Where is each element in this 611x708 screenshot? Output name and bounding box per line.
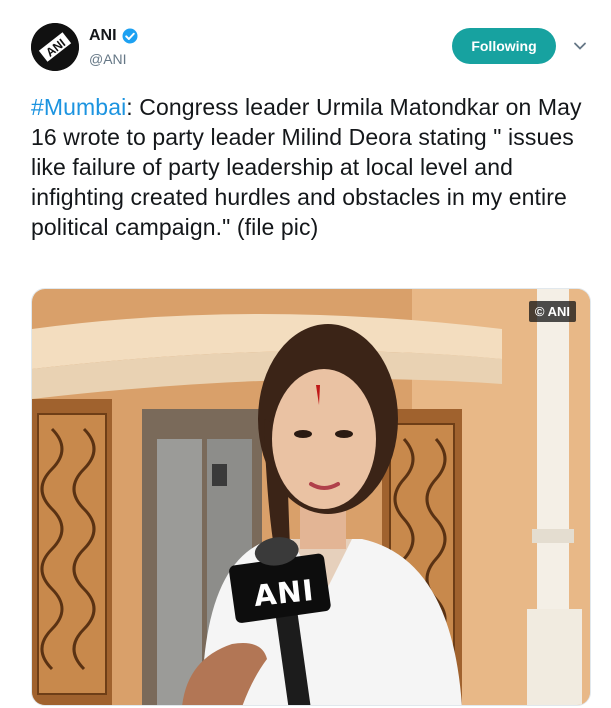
- account-name-row: ANI: [89, 27, 139, 45]
- hashtag-link[interactable]: #Mumbai: [31, 94, 126, 120]
- ani-logo-icon: ANI: [31, 23, 79, 71]
- tweet-photo[interactable]: ANI © ANI: [31, 288, 591, 706]
- photo-watermark: © ANI: [528, 301, 576, 322]
- mic-logo-text: ANI: [252, 572, 316, 614]
- account-name[interactable]: ANI: [89, 27, 117, 45]
- profile-avatar[interactable]: ANI: [31, 23, 79, 71]
- verified-badge-icon: [122, 28, 138, 44]
- chevron-down-icon[interactable]: [572, 38, 588, 54]
- photo-scene: [32, 289, 590, 705]
- tweet-text: #Mumbai: Congress leader Urmila Matondka…: [31, 92, 591, 242]
- following-button[interactable]: Following: [452, 28, 556, 64]
- account-handle[interactable]: @ANI: [89, 51, 127, 67]
